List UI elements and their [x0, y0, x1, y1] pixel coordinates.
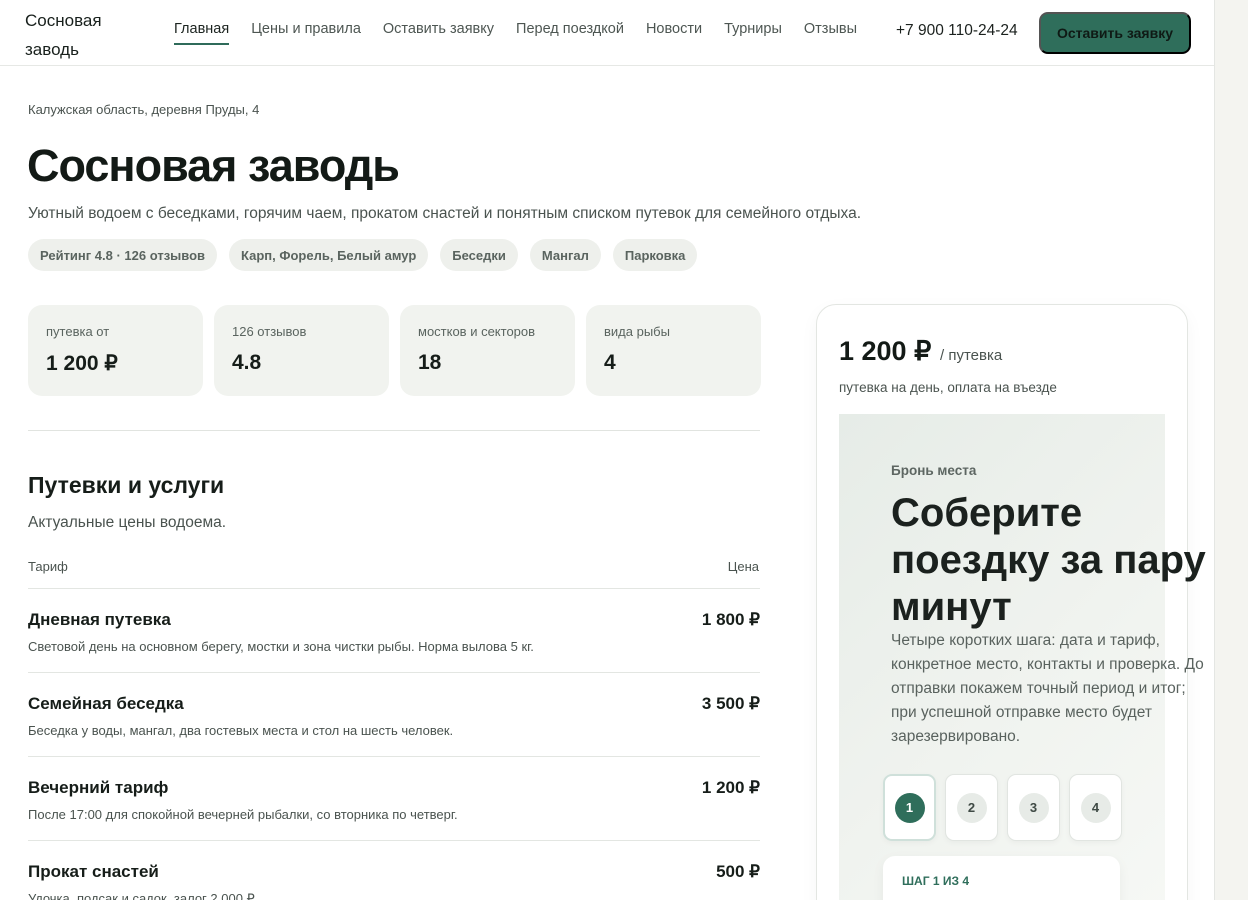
column-header-price: Цена: [727, 559, 759, 574]
stat-card: вида рыбы 4: [586, 305, 761, 396]
booking-steps: 1 2 3 4: [883, 774, 1131, 841]
feature-tags: Рейтинг 4.8 · 126 отзывов Карп, Форель, …: [28, 239, 709, 271]
nav-reviews[interactable]: Отзывы: [804, 21, 857, 45]
table-row: Прокат снастей 500 ₽ Удочка, подсак и са…: [28, 840, 760, 900]
row-price: 1 200 ₽: [701, 778, 760, 797]
tag-fish: Карп, Форель, Белый амур: [229, 239, 429, 271]
stat-value: 4: [604, 351, 616, 374]
stat-card: путевка от 1 200 ₽: [28, 305, 203, 396]
services-subtitle: Актуальные цены водоема.: [28, 514, 227, 531]
nav-prices[interactable]: Цены и правила: [251, 21, 361, 45]
booking-eyebrow: Бронь места: [891, 463, 977, 478]
main-nav: Главная Цены и правила Оставить заявку П…: [174, 21, 879, 45]
nav-home[interactable]: Главная: [174, 21, 230, 45]
tag-rating: Рейтинг 4.8 · 126 отзывов: [28, 239, 218, 271]
row-description: Удочка, подсак и садок, залог 2 000 ₽.: [28, 891, 259, 900]
price-table: Дневная путевка 1 800 ₽ Световой день на…: [28, 588, 760, 900]
page-subtitle: Уютный водоем с беседками, горячим чаем,…: [28, 205, 862, 222]
address: Калужская область, деревня Пруды, 4: [28, 102, 260, 117]
card-price: 1 200 ₽: [839, 336, 932, 366]
card-note: путевка на день, оплата на въезде: [839, 380, 1057, 395]
card-price-unit: / путевка: [940, 347, 1003, 364]
site-logo[interactable]: Сосновая заводь: [25, 6, 125, 64]
stats-row: путевка от 1 200 ₽ 126 отзывов 4.8 мостк…: [28, 305, 772, 396]
row-name: Вечерний тариф: [28, 778, 169, 797]
row-name: Семейная беседка: [28, 694, 184, 713]
booking-description: Четыре коротких шага: дата и тариф, конк…: [891, 632, 1204, 745]
page-title: Сосновая заводь: [27, 140, 400, 191]
nav-request[interactable]: Оставить заявку: [383, 21, 494, 45]
tag-gazebos: Беседки: [440, 239, 518, 271]
row-price: 500 ₽: [716, 862, 760, 881]
stat-label: путевка от: [46, 324, 110, 339]
stat-label: вида рыбы: [604, 324, 670, 339]
header-request-button[interactable]: Оставить заявку: [1039, 12, 1191, 54]
table-row: Вечерний тариф 1 200 ₽ После 17:00 для с…: [28, 756, 760, 840]
booking-heading: Соберите поездку за пару минут: [891, 491, 1206, 629]
nav-tournaments[interactable]: Турниры: [724, 21, 782, 45]
phone-link[interactable]: +7 900 110-24-24: [896, 22, 1018, 40]
table-row: Семейная беседка 3 500 ₽ Беседка у воды,…: [28, 672, 760, 756]
page: Сосновая заводь Главная Цены и правила О…: [0, 0, 1215, 900]
step-tab-3[interactable]: 3: [1007, 774, 1060, 841]
column-header-tariff: Тариф: [28, 559, 68, 574]
row-description: После 17:00 для спокойной вечерней рыбал…: [28, 807, 458, 822]
nav-before-trip[interactable]: Перед поездкой: [516, 21, 624, 45]
section-divider: [28, 430, 760, 431]
stat-label: 126 отзывов: [232, 324, 307, 339]
stat-card: мостков и секторов 18: [400, 305, 575, 396]
row-name: Прокат снастей: [28, 862, 159, 881]
step-indicator: ШАГ 1 ИЗ 4: [902, 874, 970, 888]
row-name: Дневная путевка: [28, 610, 171, 629]
step-tab-4[interactable]: 4: [1069, 774, 1122, 841]
step-number: 1: [894, 792, 925, 823]
nav-news[interactable]: Новости: [646, 21, 702, 45]
stat-value: 18: [418, 351, 442, 374]
table-row: Дневная путевка 1 800 ₽ Световой день на…: [28, 588, 760, 672]
row-description: Световой день на основном берегу, мостки…: [28, 639, 534, 654]
step-tab-2[interactable]: 2: [945, 774, 998, 841]
services-title: Путевки и услуги: [28, 472, 225, 498]
tag-parking: Парковка: [612, 239, 698, 271]
step-number: 4: [1080, 792, 1111, 823]
step-tab-1[interactable]: 1: [883, 774, 936, 841]
step-number: 2: [956, 792, 987, 823]
stat-value: 4.8: [232, 351, 262, 374]
row-price: 3 500 ₽: [701, 694, 760, 713]
stat-value: 1 200 ₽: [46, 352, 118, 375]
row-price: 1 800 ₽: [701, 610, 760, 629]
site-header: Сосновая заводь Главная Цены и правила О…: [0, 0, 1214, 66]
stat-label: мостков и секторов: [418, 324, 536, 339]
row-description: Беседка у воды, мангал, два гостевых мес…: [28, 723, 454, 738]
stat-card: 126 отзывов 4.8: [214, 305, 389, 396]
tag-grill: Мангал: [529, 239, 601, 271]
step-number: 3: [1018, 792, 1049, 823]
step-panel: ШАГ 1 ИЗ 4: [883, 856, 1120, 900]
